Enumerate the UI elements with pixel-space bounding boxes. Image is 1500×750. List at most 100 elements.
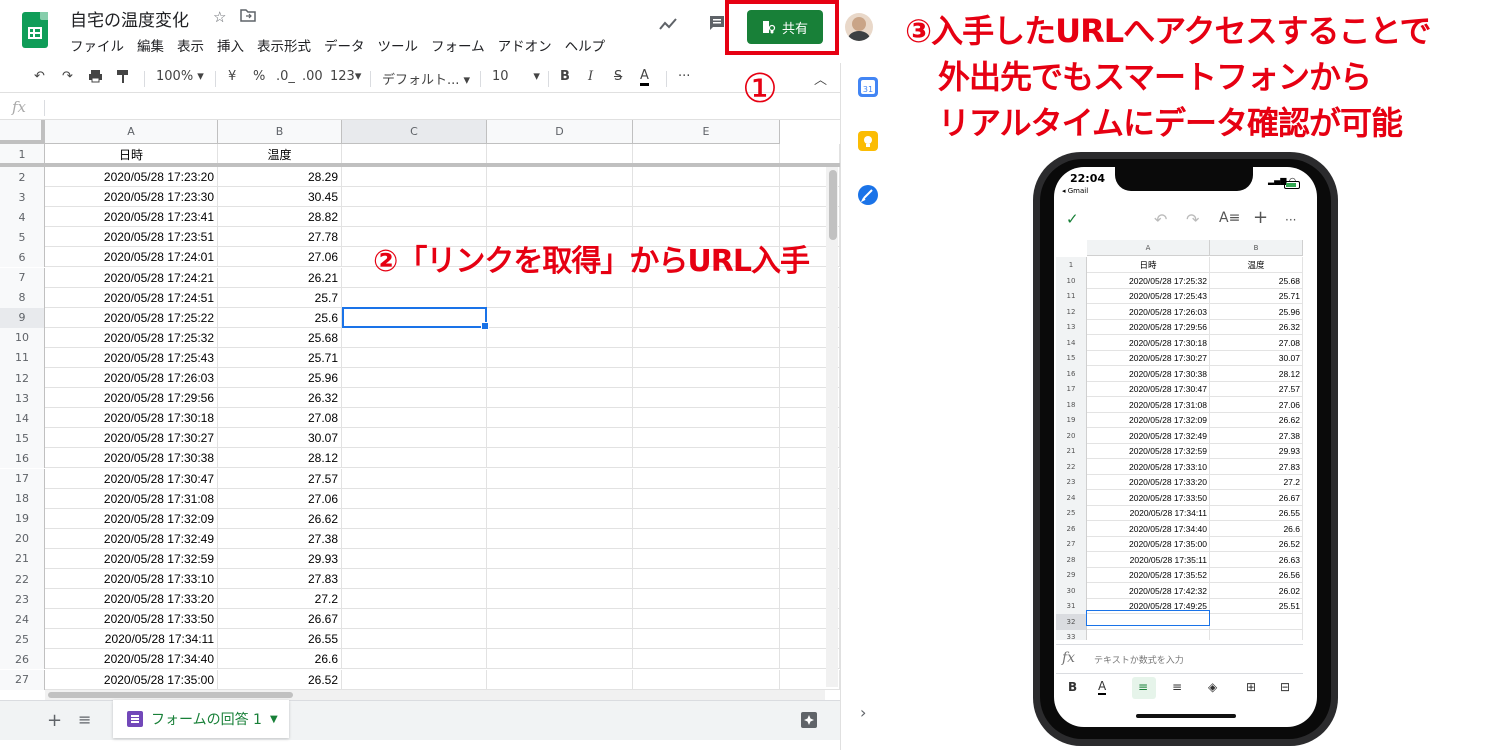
cell-datetime[interactable]: 2020/05/28 17:24:01: [45, 247, 218, 268]
empty-cell[interactable]: [487, 187, 633, 208]
cell-temperature[interactable]: 27.06: [218, 247, 342, 268]
column-header[interactable]: A: [45, 120, 218, 144]
column-title-datetime[interactable]: 日時: [45, 144, 218, 164]
empty-cell[interactable]: [633, 669, 780, 690]
phone-fill-color-icon[interactable]: ◈: [1208, 680, 1217, 694]
cell-datetime[interactable]: 2020/05/28 17:25:43: [45, 347, 218, 368]
increase-decimal-button[interactable]: .00: [302, 69, 323, 84]
phone-cell-datetime[interactable]: 2020/05/28 17:35:11: [1087, 552, 1210, 568]
cell-temperature[interactable]: 27.57: [218, 468, 342, 489]
comment-history-icon[interactable]: [708, 14, 726, 37]
phone-cell-temperature[interactable]: 25.96: [1210, 304, 1303, 320]
percent-format-button[interactable]: %: [253, 69, 265, 84]
phone-cell-datetime[interactable]: 2020/05/28 17:25:32: [1087, 273, 1210, 289]
row-header[interactable]: 26: [0, 649, 45, 670]
empty-cell[interactable]: [342, 548, 487, 569]
cell-datetime[interactable]: 2020/05/28 17:30:38: [45, 448, 218, 469]
redo-icon[interactable]: ↷: [62, 69, 73, 84]
phone-cell-datetime[interactable]: [1087, 629, 1210, 640]
row-header[interactable]: 12: [0, 368, 45, 388]
font-select[interactable]: デフォルト... ▾: [382, 69, 470, 88]
empty-cell[interactable]: [487, 548, 633, 569]
cell-datetime[interactable]: 2020/05/28 17:32:49: [45, 528, 218, 549]
cell-datetime[interactable]: 2020/05/28 17:32:09: [45, 508, 218, 529]
empty-cell[interactable]: [342, 144, 487, 164]
cell-temperature[interactable]: 27.2: [218, 589, 342, 610]
empty-cell[interactable]: [633, 408, 780, 429]
empty-cell[interactable]: [342, 488, 487, 509]
menu-item[interactable]: 編集: [137, 35, 164, 55]
phone-row-header[interactable]: 26: [1056, 521, 1087, 537]
strikethrough-button[interactable]: S: [614, 69, 622, 84]
number-format-select[interactable]: 123▾: [330, 69, 361, 84]
cell-datetime[interactable]: 2020/05/28 17:34:40: [45, 649, 218, 670]
empty-cell[interactable]: [633, 144, 780, 164]
cell-temperature[interactable]: 25.96: [218, 368, 342, 388]
cell-datetime[interactable]: 2020/05/28 17:33:20: [45, 589, 218, 610]
empty-cell[interactable]: [487, 167, 633, 187]
empty-cell[interactable]: [342, 649, 487, 670]
empty-cell[interactable]: [633, 327, 780, 348]
empty-cell[interactable]: [487, 408, 633, 429]
phone-cell-temperature[interactable]: 27.57: [1210, 381, 1303, 397]
phone-row-header[interactable]: 13: [1056, 319, 1087, 335]
cell-temperature[interactable]: 25.71: [218, 347, 342, 368]
cell-datetime[interactable]: 2020/05/28 17:29:56: [45, 388, 218, 409]
chevron-down-icon[interactable]: ▼: [270, 714, 278, 725]
phone-redo-icon[interactable]: ↷: [1186, 210, 1199, 229]
cell-datetime[interactable]: 2020/05/28 17:23:41: [45, 207, 218, 228]
phone-home-indicator[interactable]: [1136, 714, 1236, 718]
phone-align-center-icon[interactable]: ≡: [1172, 680, 1182, 694]
formula-bar[interactable]: fx: [0, 96, 840, 120]
menu-item[interactable]: フォーム: [431, 35, 485, 55]
phone-row-header[interactable]: 32: [1056, 614, 1087, 630]
cell-temperature[interactable]: 26.55: [218, 629, 342, 650]
empty-cell[interactable]: [633, 589, 780, 610]
cell-temperature[interactable]: 26.67: [218, 609, 342, 630]
add-sheet-icon[interactable]: +: [47, 710, 62, 731]
phone-row-header[interactable]: 17: [1056, 381, 1087, 397]
empty-cell[interactable]: [342, 327, 487, 348]
row-header[interactable]: 23: [0, 589, 45, 610]
cell-datetime[interactable]: 2020/05/28 17:26:03: [45, 368, 218, 388]
phone-text-color-icon[interactable]: A: [1098, 680, 1107, 695]
phone-row-header[interactable]: 30: [1056, 583, 1087, 599]
phone-cell-datetime[interactable]: 2020/05/28 17:30:27: [1087, 350, 1210, 366]
column-header[interactable]: E: [633, 120, 780, 144]
empty-cell[interactable]: [487, 609, 633, 630]
calendar-icon[interactable]: 31: [858, 77, 878, 97]
phone-cell-datetime[interactable]: 2020/05/28 17:31:08: [1087, 397, 1210, 413]
phone-column-title-temperature[interactable]: 温度: [1210, 257, 1303, 273]
menu-item[interactable]: ファイル: [70, 35, 124, 55]
empty-cell[interactable]: [633, 347, 780, 368]
phone-cell-datetime[interactable]: 2020/05/28 17:25:43: [1087, 288, 1210, 304]
empty-cell[interactable]: [487, 428, 633, 449]
phone-insert-icon[interactable]: +: [1253, 207, 1268, 228]
empty-cell[interactable]: [633, 167, 780, 187]
empty-cell[interactable]: [633, 629, 780, 650]
empty-cell[interactable]: [633, 287, 780, 308]
empty-cell[interactable]: [487, 569, 633, 589]
menu-item[interactable]: 表示形式: [257, 35, 311, 55]
empty-cell[interactable]: [487, 669, 633, 690]
cell-temperature[interactable]: 27.08: [218, 408, 342, 429]
empty-cell[interactable]: [633, 388, 780, 409]
menu-item[interactable]: アドオン: [498, 35, 552, 55]
phone-cell-temperature[interactable]: 26.6: [1210, 521, 1303, 537]
phone-insert-column-icon[interactable]: ⊟: [1280, 680, 1290, 694]
row-header[interactable]: 22: [0, 569, 45, 589]
phone-row-header[interactable]: 11: [1056, 288, 1087, 304]
column-header[interactable]: B: [218, 120, 342, 144]
italic-button[interactable]: I: [588, 69, 593, 84]
phone-cell-temperature[interactable]: 26.56: [1210, 567, 1303, 583]
cell-datetime[interactable]: 2020/05/28 17:30:18: [45, 408, 218, 429]
phone-text-format-icon[interactable]: A≡: [1219, 210, 1240, 226]
phone-cell-datetime[interactable]: 2020/05/28 17:32:09: [1087, 412, 1210, 428]
empty-cell[interactable]: [633, 448, 780, 469]
expand-side-panel-icon[interactable]: ›: [860, 703, 866, 722]
cell-datetime[interactable]: 2020/05/28 17:30:27: [45, 428, 218, 449]
empty-cell[interactable]: [487, 488, 633, 509]
empty-cell[interactable]: [487, 528, 633, 549]
phone-cell-temperature[interactable]: 26.32: [1210, 319, 1303, 335]
row-header[interactable]: 7: [0, 267, 45, 288]
